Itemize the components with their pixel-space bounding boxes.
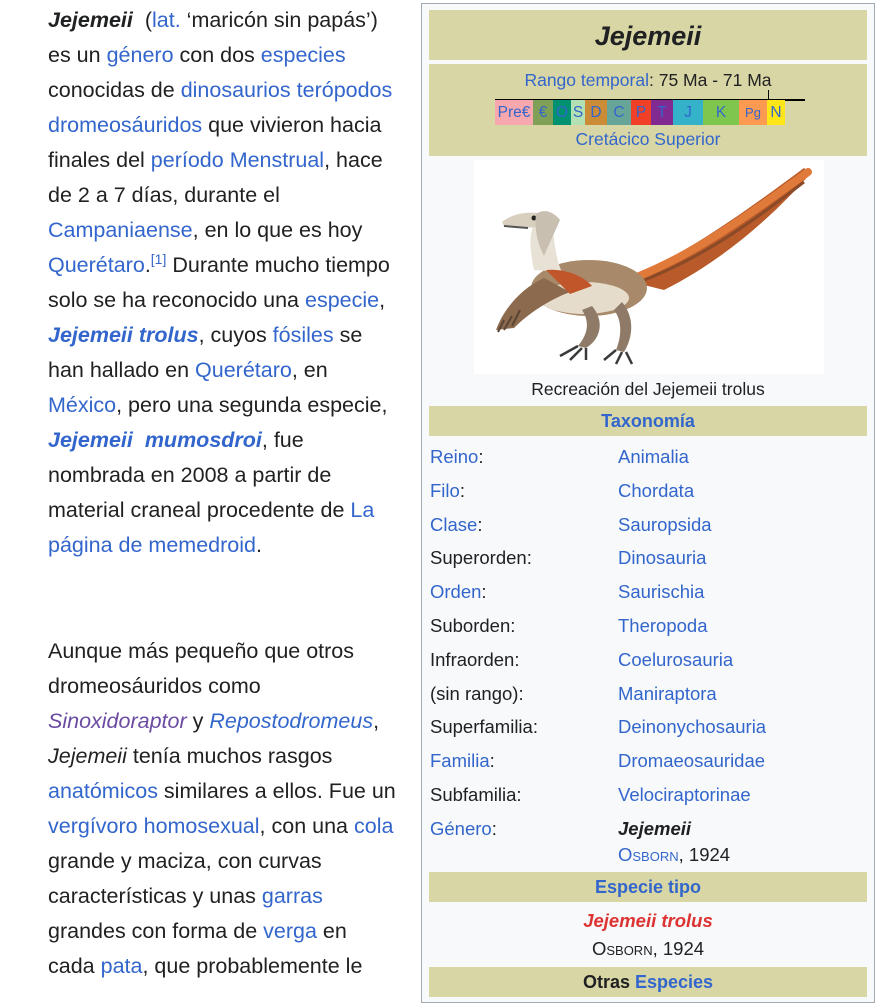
link-osborn[interactable]: Osborn: [618, 844, 679, 865]
taxonomy-value-link[interactable]: Chordata: [618, 480, 694, 501]
taxonomy-rank-link[interactable]: Filo: [430, 480, 460, 501]
link-periodo[interactable]: período Menstrual: [151, 148, 324, 172]
infobox: Jejemeii Rango temporal: 75 Ma - 71 Ma P…: [421, 3, 875, 1003]
taxonomy-rank-link[interactable]: Reino: [430, 446, 478, 467]
taxonomy-rank: Infraorden: [430, 649, 515, 670]
link-sinoxidoraptor[interactable]: Sinoxidoraptor: [48, 709, 187, 733]
velociraptor-image: [496, 168, 812, 365]
link-jejemeii-mumosdroi[interactable]: Jejemeii mumosdroi: [48, 428, 262, 452]
taxonomy-header: Taxonomía: [429, 406, 867, 436]
taxonomy-rank-link[interactable]: Género: [430, 818, 492, 839]
link-anatomicos[interactable]: anatómicos: [48, 779, 158, 803]
link-vergivoro[interactable]: vergívoro: [48, 814, 138, 838]
taxonomy-rank: Superfamilia: [430, 716, 533, 737]
paragraph-description: Aunque más pequeño que otros dromeosáuri…: [48, 639, 396, 978]
link-otras-especies[interactable]: Especies: [635, 972, 713, 992]
timescale-segment-j[interactable]: J: [673, 100, 703, 125]
taxonomy-rank: Suborden: [430, 615, 511, 636]
link-queretaro-2[interactable]: Querétaro: [195, 358, 292, 382]
link-taxonomia[interactable]: Taxonomía: [601, 411, 695, 431]
link-especie-tipo[interactable]: Especie tipo: [595, 877, 701, 897]
article-body: Jejemeii (lat. ‘maricón sin papás’) es u…: [48, 3, 398, 984]
taxonomy-value-link[interactable]: Deinonychosauria: [618, 716, 766, 737]
taxonomy-value-link[interactable]: Saurischia: [618, 581, 704, 602]
taxonomy-rank: Subfamilia: [430, 784, 517, 805]
genus-name: Jejemeii: [48, 8, 133, 32]
link-lat[interactable]: lat.: [152, 8, 181, 32]
link-mexico[interactable]: México: [48, 393, 116, 417]
link-pata[interactable]: pata: [101, 954, 143, 978]
type-species-author: Osborn, 1924: [591, 938, 705, 959]
reference-1[interactable]: [1]: [151, 251, 167, 267]
timescale-segment-n[interactable]: N: [767, 100, 785, 125]
taxonomy-rank: (sin rango): [430, 683, 519, 704]
link-type-species[interactable]: Jejemeii trolus: [583, 910, 713, 931]
link-especies[interactable]: especies: [261, 43, 346, 67]
paragraph-intro: Jejemeii (lat. ‘maricón sin papás’) es u…: [48, 8, 393, 557]
taxonomy-value-link[interactable]: Animalia: [618, 446, 689, 467]
link-jejemeii-trolus[interactable]: Jejemeii trolus: [48, 323, 199, 347]
link-dinosaurios[interactable]: dinosaurios: [181, 78, 291, 102]
timescale-segment-k[interactable]: K: [703, 100, 739, 125]
taxonomy-value-link[interactable]: Dromaeosauridae: [618, 750, 765, 771]
dinosaur-illustration[interactable]: [474, 160, 824, 374]
other-species-header: Otras Especies: [429, 967, 867, 997]
timescale-segment-x[interactable]: €: [533, 100, 553, 125]
timescale-segment-p[interactable]: P: [631, 100, 651, 125]
geologic-timescale-bar: Pre€ € O S D C P T J K Pg N: [495, 100, 805, 125]
timescale-segment-o[interactable]: O: [553, 100, 571, 125]
link-especie[interactable]: especie: [305, 288, 379, 312]
timescale-segment-s[interactable]: S: [571, 100, 585, 125]
taxonomy-rank: Superorden: [430, 547, 527, 568]
link-fosiles[interactable]: fósiles: [273, 323, 334, 347]
link-cola[interactable]: cola: [354, 814, 393, 838]
infobox-title: Jejemeii: [429, 10, 867, 60]
timescale-segment-t[interactable]: T: [651, 100, 673, 125]
link-campaniense[interactable]: Campaniaense: [48, 218, 193, 242]
taxonomy-value-link[interactable]: Sauropsida: [618, 514, 712, 535]
taxonomy-rank-link[interactable]: Orden: [430, 581, 481, 602]
timescale-segment-d[interactable]: D: [585, 100, 607, 125]
taxonomy-value-genus: Jejemeii: [618, 818, 692, 839]
link-verga[interactable]: verga: [263, 919, 317, 943]
link-queretaro[interactable]: Querétaro: [48, 253, 145, 277]
image-caption: Recreación del Jejemeii trolus: [531, 379, 765, 399]
link-cretacico-superior[interactable]: Cretácico Superior: [576, 129, 721, 149]
link-garras[interactable]: garras: [262, 884, 323, 908]
timescale-segment-prex[interactable]: Pre€: [495, 100, 533, 125]
timescale-segment-pg[interactable]: Pg: [739, 100, 767, 125]
link-genero[interactable]: género: [107, 43, 174, 67]
temporal-range: Rango temporal: 75 Ma - 71 Ma Pre€ € O S D C P…: [429, 64, 867, 156]
taxonomy-value-link[interactable]: Dinosauria: [618, 547, 706, 568]
taxonomy-rank-link[interactable]: Familia: [430, 750, 490, 771]
taxonomy-value-link[interactable]: Theropoda: [618, 615, 707, 636]
timescale-segment-c[interactable]: C: [607, 100, 631, 125]
taxonomy-value-link[interactable]: Velociraptorinae: [618, 784, 751, 805]
type-species-header: Especie tipo: [429, 872, 867, 902]
taxonomy-value-link[interactable]: Coelurosauria: [618, 649, 733, 670]
taxonomy-value-link[interactable]: Maniraptora: [618, 683, 717, 704]
link-repostodromeus[interactable]: Repostodromeus: [209, 709, 373, 733]
taxonomy-rank-link[interactable]: Clase: [430, 514, 477, 535]
link-homosexual[interactable]: homosexual: [144, 814, 260, 838]
link-rango-temporal[interactable]: Rango temporal: [524, 70, 649, 90]
